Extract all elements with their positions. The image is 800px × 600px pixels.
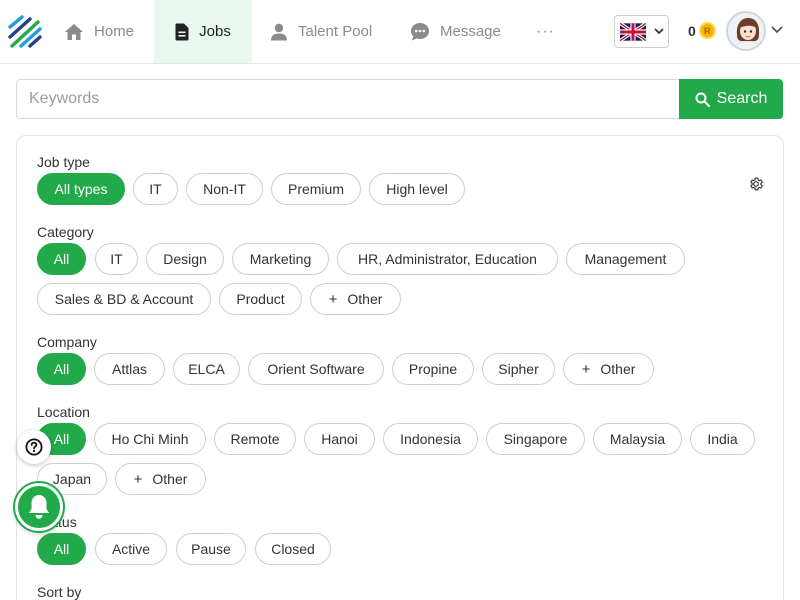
location-chip-malaysia[interactable]: Malaysia [593, 423, 682, 455]
location-chip-singapore[interactable]: Singapore [486, 423, 585, 455]
coin-icon: R [698, 22, 716, 39]
location-label: Location [37, 404, 90, 420]
location-chip-other[interactable]: + Other [115, 463, 206, 495]
category-chip-other[interactable]: + Other [310, 283, 401, 315]
uk-flag-icon [620, 22, 646, 41]
help-button[interactable] [17, 430, 51, 464]
company-chip-elca[interactable]: ELCA [173, 353, 240, 385]
user-avatar[interactable] [726, 11, 766, 51]
question-icon [25, 438, 43, 456]
category-chip-other-label: Other [347, 291, 383, 307]
location-chip-india[interactable]: India [690, 423, 755, 455]
company-chip-other-label: Other [600, 361, 636, 377]
nav-message[interactable]: Message [410, 0, 506, 63]
category-chip-it[interactable]: IT [95, 243, 138, 275]
avatar-image [728, 13, 764, 49]
job-type-label: Job type [37, 154, 90, 170]
company-chip-attlas[interactable]: Attlas [94, 353, 165, 385]
notifications-button[interactable] [15, 483, 63, 531]
plus-icon: + [133, 470, 143, 488]
category-chip-sales-bd-account[interactable]: Sales & BD & Account [37, 283, 211, 315]
plus-icon: + [328, 290, 338, 308]
location-chip-other-label: Other [152, 471, 188, 487]
chevron-down-icon [654, 28, 664, 35]
category-label: Category [37, 224, 94, 240]
nav-more-menu[interactable]: ··· [536, 0, 556, 63]
nav-home-label: Home [94, 23, 135, 40]
status-chip-closed[interactable]: Closed [255, 533, 331, 565]
nav-jobs-label: Jobs [199, 23, 231, 40]
search-icon [695, 92, 710, 107]
status-chip-all[interactable]: All [37, 533, 86, 565]
category-chip-all[interactable]: All [37, 243, 86, 275]
job-type-chip-it[interactable]: IT [133, 173, 178, 205]
sort-by-label: Sort by [37, 584, 82, 600]
person-icon [271, 23, 287, 40]
language-selector[interactable] [614, 15, 669, 48]
company-chip-propine[interactable]: Propine [392, 353, 474, 385]
category-chip-marketing[interactable]: Marketing [232, 243, 329, 275]
gear-icon[interactable] [748, 176, 764, 192]
job-type-chip-premium[interactable]: Premium [271, 173, 361, 205]
nav-home[interactable]: Home [64, 0, 142, 63]
chat-bubble-icon [411, 22, 429, 40]
account-chevron-down-icon[interactable] [771, 26, 783, 34]
document-icon [175, 23, 189, 40]
coin-count: 0 [688, 22, 696, 39]
status-chip-pause[interactable]: Pause [176, 533, 246, 565]
category-chip-product[interactable]: Product [219, 283, 302, 315]
company-chip-orient-software[interactable]: Orient Software [248, 353, 384, 385]
nav-talent-pool-label: Talent Pool [298, 23, 373, 40]
plus-icon: + [581, 360, 591, 378]
top-navigation-bar: Home Jobs Talent Pool Message ··· 0 R [0, 0, 800, 64]
coin-balance[interactable]: 0 R [688, 22, 716, 39]
job-type-chip-all-types[interactable]: All types [37, 173, 125, 205]
location-chip-hanoi[interactable]: Hanoi [304, 423, 375, 455]
category-chip-design[interactable]: Design [146, 243, 224, 275]
company-label: Company [37, 334, 97, 350]
app-logo-icon[interactable] [8, 15, 42, 49]
search-button-label: Search [716, 90, 768, 107]
location-chip-remote[interactable]: Remote [214, 423, 296, 455]
location-chip-ho-chi-minh[interactable]: Ho Chi Minh [94, 423, 206, 455]
company-chip-other[interactable]: + Other [563, 353, 654, 385]
status-chip-active[interactable]: Active [95, 533, 167, 565]
nav-jobs[interactable]: Jobs [154, 0, 252, 63]
search-button[interactable]: Search [679, 79, 783, 119]
bell-icon [29, 495, 49, 519]
location-chip-indonesia[interactable]: Indonesia [383, 423, 478, 455]
job-type-chip-non-it[interactable]: Non-IT [186, 173, 263, 205]
job-type-chip-high-level[interactable]: High level [369, 173, 465, 205]
nav-more-label: ··· [536, 22, 555, 40]
nav-talent-pool[interactable]: Talent Pool [270, 0, 388, 63]
nav-message-label: Message [440, 23, 501, 40]
category-chip-management[interactable]: Management [566, 243, 685, 275]
company-chip-sipher[interactable]: Sipher [482, 353, 555, 385]
keywords-search-input[interactable] [16, 79, 680, 119]
category-chip-hr-admin-education[interactable]: HR, Administrator, Education [337, 243, 558, 275]
company-chip-all[interactable]: All [37, 353, 86, 385]
home-icon [65, 23, 83, 40]
